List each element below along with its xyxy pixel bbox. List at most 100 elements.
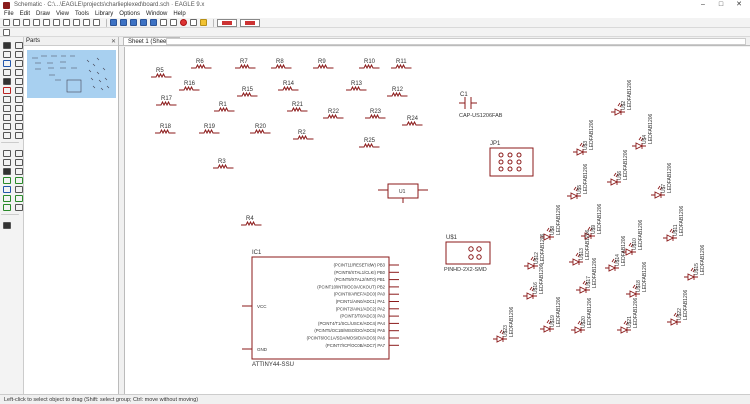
led-u21[interactable]: U$21 LEDFAB1206 [617, 297, 639, 334]
capacitor-c1[interactable]: C1 CAP-US1206FAB [459, 92, 503, 119]
change-icon[interactable] [14, 78, 23, 85]
resistor-r14[interactable]: R14 [278, 81, 299, 92]
circle-icon[interactable] [2, 159, 11, 166]
resistor-r22[interactable]: R22 [323, 109, 344, 120]
mirror-icon[interactable] [2, 69, 11, 76]
resistor-r21[interactable]: R21 [287, 102, 308, 113]
resistor-r16[interactable]: R16 [179, 81, 200, 92]
led-u23[interactable]: U$23 LEDFAB1206 [493, 306, 515, 343]
led-u14[interactable]: U$14 LEDFAB1206 [605, 235, 627, 272]
zoom-out-icon[interactable] [130, 19, 137, 26]
name-icon[interactable] [2, 114, 11, 121]
led-u5[interactable]: U$5 LEDFAB1206 [567, 163, 589, 200]
resistor-r13[interactable]: R13 [346, 81, 367, 92]
go-icon[interactable] [93, 19, 100, 26]
resistor-r11[interactable]: R11 [391, 59, 412, 70]
resistor-r24[interactable]: R24 [402, 116, 423, 127]
info-icon[interactable] [2, 42, 11, 49]
schematic-canvas[interactable]: R5 R6 R7 R8 R9 R10 R11 R16 R15 R14 R13 R12 R17 R1 R21 R… [124, 47, 750, 394]
resistor-r23[interactable]: R23 [365, 109, 386, 120]
save-icon[interactable] [13, 19, 20, 26]
rect-icon[interactable] [2, 168, 11, 175]
led-u2[interactable]: U$2 LEDFAB1206 [611, 79, 633, 116]
led-u20[interactable]: U$20 LEDFAB1206 [571, 297, 593, 334]
invoke-icon[interactable] [14, 132, 23, 139]
resistor-r19[interactable]: R19 [199, 124, 220, 135]
resistor-r3[interactable]: R3 [213, 159, 234, 170]
menu-library[interactable]: Library [95, 11, 113, 17]
dimension-icon[interactable] [14, 195, 23, 202]
show-icon[interactable] [14, 42, 23, 49]
resistor-r9[interactable]: R9 [313, 59, 334, 70]
cam-icon[interactable] [33, 19, 40, 26]
polygon-icon[interactable] [14, 168, 23, 175]
menu-options[interactable]: Options [119, 11, 140, 17]
close-panel-icon[interactable]: ✕ [111, 38, 116, 45]
undo-icon[interactable] [160, 19, 167, 26]
menu-file[interactable]: File [4, 11, 14, 17]
rotate-icon[interactable] [14, 69, 23, 76]
frame-icon[interactable] [2, 204, 11, 211]
maximize-button[interactable]: □ [712, 0, 730, 10]
menu-window[interactable]: Window [146, 11, 167, 17]
zoom-select-icon[interactable] [140, 19, 147, 26]
net-icon[interactable] [14, 177, 23, 184]
close-window-button[interactable]: ✕ [730, 0, 748, 10]
execute-icon[interactable] [190, 19, 197, 26]
attribute-icon[interactable] [2, 195, 11, 202]
arc-icon[interactable] [14, 159, 23, 166]
menu-draw[interactable]: Draw [36, 11, 50, 17]
text-icon[interactable] [14, 150, 23, 157]
led-u11[interactable]: U$11 LEDFAB1206 [663, 205, 685, 242]
minimize-button[interactable]: – [694, 0, 712, 10]
zoom-fit-icon[interactable] [110, 19, 117, 26]
erc-icon[interactable] [14, 204, 23, 211]
mark-icon[interactable] [14, 51, 23, 58]
print-icon[interactable] [23, 19, 30, 26]
resistor-r17[interactable]: R17 [156, 96, 177, 107]
label-icon[interactable] [14, 186, 23, 193]
replace-icon[interactable] [2, 105, 11, 112]
resistor-r4[interactable]: R4 [241, 216, 262, 227]
resistor-r7[interactable]: R7 [235, 59, 256, 70]
miter-icon[interactable] [14, 123, 23, 130]
resistor-r6[interactable]: R6 [191, 59, 212, 70]
board-icon[interactable] [43, 19, 50, 26]
open-icon[interactable] [3, 19, 10, 26]
script-icon[interactable] [73, 19, 80, 26]
add-icon[interactable] [2, 96, 11, 103]
ulp-icon[interactable] [63, 19, 70, 26]
move-icon[interactable] [2, 60, 11, 67]
led-u12[interactable]: U$12 LEDFAB1206 [524, 233, 546, 270]
resistor-r12[interactable]: R12 [387, 87, 408, 98]
wire-icon[interactable] [2, 150, 11, 157]
group-icon[interactable] [2, 78, 11, 85]
redo-icon[interactable] [170, 19, 177, 26]
gateswap-icon[interactable] [14, 105, 23, 112]
schematic-thumbnail[interactable] [27, 50, 116, 98]
menu-help[interactable]: Help [173, 11, 185, 17]
resistor-r18[interactable]: R18 [155, 124, 176, 135]
display-icon[interactable] [2, 51, 11, 58]
copy-icon[interactable] [14, 60, 23, 67]
resistor-r15[interactable]: R15 [237, 87, 258, 98]
command-input[interactable] [166, 38, 746, 45]
split-icon[interactable] [2, 132, 11, 139]
resistor-r2[interactable]: R2 [293, 130, 314, 141]
menu-edit[interactable]: Edit [20, 11, 30, 17]
sheet-icon[interactable] [53, 19, 60, 26]
led-u7[interactable]: U$7 LEDFAB1206 [651, 162, 673, 199]
pinswap-icon[interactable] [14, 96, 23, 103]
smash-icon[interactable] [2, 123, 11, 130]
resistor-r5[interactable]: R5 [151, 68, 172, 79]
led-u4[interactable]: U$4 LEDFAB1206 [632, 113, 654, 150]
resistor-r10[interactable]: R10 [359, 59, 380, 70]
stop-command-icon[interactable] [180, 19, 187, 26]
stop-icon[interactable] [83, 19, 90, 26]
layer-select-dropdown[interactable] [217, 18, 237, 27]
led-u22[interactable]: U$22 LEDFAB1206 [667, 289, 689, 326]
led-u6[interactable]: U$6 LEDFAB1206 [607, 149, 629, 186]
ic-attiny44[interactable]: IC1 ATTINY44-SSU VCC GND (PCINT11/RESET/… [242, 250, 399, 368]
switch-u1[interactable]: U1 [378, 183, 428, 203]
command-line-toggle-icon[interactable] [2, 222, 11, 229]
